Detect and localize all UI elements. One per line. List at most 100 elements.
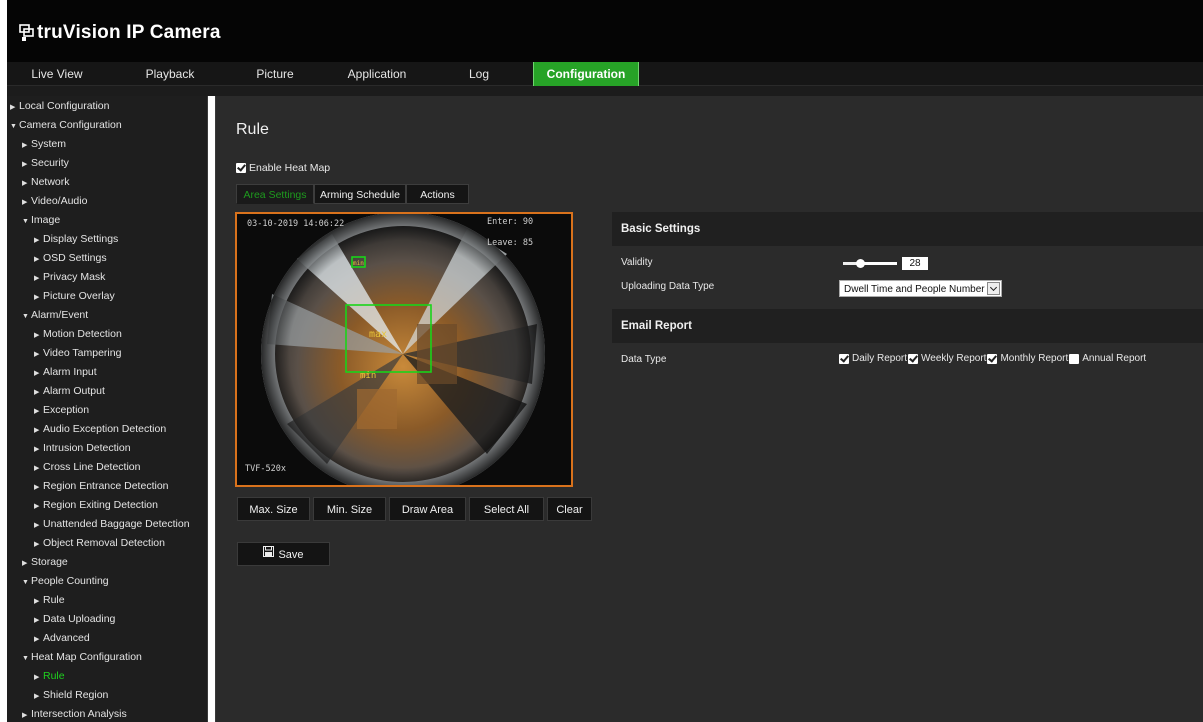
max-box-label: max bbox=[369, 329, 387, 340]
slider-fill bbox=[843, 262, 857, 265]
sidebar-item-video-tampering[interactable]: ▶ Video Tampering bbox=[34, 344, 121, 363]
camera-model-label: TVF-520x bbox=[245, 464, 286, 474]
checkbox-checked-icon[interactable] bbox=[908, 353, 919, 364]
tab-arming-schedule[interactable]: Arming Schedule bbox=[314, 184, 406, 204]
min-size-button[interactable]: Min. Size bbox=[313, 497, 386, 521]
fisheye-image: max min min bbox=[237, 214, 571, 485]
sidebar-item-system[interactable]: ▶ System bbox=[22, 135, 66, 154]
sidebar-item-display-settings[interactable]: ▶ Display Settings bbox=[34, 230, 118, 249]
weekly-report-checkbox[interactable]: Weekly Report bbox=[908, 353, 986, 364]
sidebar-item-local-configuration[interactable]: ▶ Local Configuration bbox=[10, 97, 109, 116]
enter-count: Enter: 90 bbox=[487, 217, 534, 227]
video-preview[interactable]: max min min 03-10-2019 14:06:22 Enter: 9… bbox=[235, 212, 573, 487]
caret-right-icon: ▶ bbox=[22, 142, 28, 149]
caret-right-icon: ▶ bbox=[34, 674, 40, 681]
basic-settings-header: Basic Settings bbox=[612, 212, 1203, 246]
caret-down-icon: ▼ bbox=[22, 655, 29, 662]
sidebar-item-people-counting[interactable]: ▼ People Counting bbox=[22, 572, 109, 591]
nav-tab-application[interactable]: Application bbox=[337, 62, 417, 86]
daily-report-checkbox[interactable]: Daily Report bbox=[839, 353, 907, 364]
sidebar-item-cross-line-detection[interactable]: ▶ Cross Line Detection bbox=[34, 458, 140, 477]
validity-slider[interactable] bbox=[843, 259, 897, 268]
caret-right-icon: ▶ bbox=[34, 693, 40, 700]
rule-tabs: Area Settings Arming Schedule Actions bbox=[236, 184, 469, 204]
caret-right-icon: ▶ bbox=[34, 541, 40, 548]
sidebar-item-object-removal-detection[interactable]: ▶ Object Removal Detection bbox=[34, 534, 165, 553]
sidebar-item-alarm-event[interactable]: ▼ Alarm/Event bbox=[22, 306, 88, 325]
sidebar-item-shield-region[interactable]: ▶ Shield Region bbox=[34, 686, 108, 705]
page-title: Rule bbox=[236, 121, 269, 138]
sidebar-item-unattended-baggage-detection[interactable]: ▶ Unattended Baggage Detection bbox=[34, 515, 190, 534]
sidebar-item-heat-map-rule[interactable]: ▶ Rule bbox=[34, 667, 65, 686]
sidebar-item-exception[interactable]: ▶ Exception bbox=[34, 401, 89, 420]
uploading-data-type-select[interactable]: Dwell Time and People Number bbox=[839, 280, 1002, 297]
nav-tab-picture[interactable]: Picture bbox=[240, 62, 310, 86]
sidebar-item-audio-exception-detection[interactable]: ▶ Audio Exception Detection bbox=[34, 420, 166, 439]
sidebar-item-motion-detection[interactable]: ▶ Motion Detection bbox=[34, 325, 122, 344]
main-panel: Rule Enable Heat Map Area Settings Armin… bbox=[215, 96, 1203, 722]
nav-tab-configuration[interactable]: Configuration bbox=[533, 62, 639, 86]
caret-right-icon: ▶ bbox=[34, 389, 40, 396]
sidebar-item-network[interactable]: ▶ Network bbox=[22, 173, 70, 192]
sidebar-item-region-exiting-detection[interactable]: ▶ Region Exiting Detection bbox=[34, 496, 158, 515]
caret-right-icon: ▶ bbox=[34, 598, 40, 605]
sidebar-item-video-audio[interactable]: ▶ Video/Audio bbox=[22, 192, 87, 211]
chevron-down-icon[interactable] bbox=[987, 282, 1000, 295]
caret-right-icon: ▶ bbox=[34, 484, 40, 491]
caret-right-icon: ▶ bbox=[34, 332, 40, 339]
validity-value[interactable]: 28 bbox=[902, 257, 928, 270]
caret-down-icon: ▼ bbox=[22, 579, 29, 586]
truvision-logo-icon bbox=[19, 24, 35, 42]
caret-right-icon: ▶ bbox=[22, 560, 28, 567]
video-timestamp: 03-10-2019 14:06:22 bbox=[247, 219, 345, 229]
monthly-report-checkbox[interactable]: Monthly Report bbox=[987, 353, 1068, 364]
enable-heat-map-checkbox[interactable]: Enable Heat Map bbox=[236, 162, 330, 174]
uploading-data-type-value: Dwell Time and People Number bbox=[844, 284, 985, 295]
slider-handle[interactable] bbox=[856, 259, 865, 268]
min-box-label: min bbox=[360, 371, 376, 381]
header-bar: truVision IP Camera bbox=[7, 0, 1203, 62]
sidebar-item-heat-map-configuration[interactable]: ▼ Heat Map Configuration bbox=[22, 648, 142, 667]
sidebar-item-picture-overlay[interactable]: ▶ Picture Overlay bbox=[34, 287, 115, 306]
sidebar-item-advanced[interactable]: ▶ Advanced bbox=[34, 629, 90, 648]
sidebar-item-security[interactable]: ▶ Security bbox=[22, 154, 69, 173]
caret-right-icon: ▶ bbox=[10, 104, 16, 111]
sidebar-item-alarm-output[interactable]: ▶ Alarm Output bbox=[34, 382, 105, 401]
sidebar-item-osd-settings[interactable]: ▶ OSD Settings bbox=[34, 249, 107, 268]
caret-right-icon: ▶ bbox=[34, 522, 40, 529]
caret-right-icon: ▶ bbox=[34, 636, 40, 643]
sidebar-item-intersection-analysis[interactable]: ▶ Intersection Analysis bbox=[22, 705, 127, 722]
nav-tab-playback[interactable]: Playback bbox=[135, 62, 205, 86]
leave-count: Leave: 85 bbox=[487, 238, 534, 248]
checkbox-unchecked-icon[interactable] bbox=[1069, 353, 1080, 364]
clear-button[interactable]: Clear bbox=[547, 497, 592, 521]
caret-right-icon: ▶ bbox=[34, 275, 40, 282]
sidebar-item-intrusion-detection[interactable]: ▶ Intrusion Detection bbox=[34, 439, 131, 458]
tab-area-settings[interactable]: Area Settings bbox=[236, 184, 314, 204]
save-button[interactable]: Save bbox=[237, 542, 330, 566]
sidebar-item-alarm-input[interactable]: ▶ Alarm Input bbox=[34, 363, 97, 382]
sidebar-item-camera-configuration[interactable]: ▼ Camera Configuration bbox=[10, 116, 122, 135]
draw-area-button[interactable]: Draw Area bbox=[389, 497, 466, 521]
sidebar-item-image[interactable]: ▼ Image bbox=[22, 211, 60, 230]
sidebar-item-privacy-mask[interactable]: ▶ Privacy Mask bbox=[34, 268, 105, 287]
uploading-data-type-label: Uploading Data Type bbox=[621, 281, 715, 292]
sidebar-item-storage[interactable]: ▶ Storage bbox=[22, 553, 68, 572]
sidebar-item-people-counting-rule[interactable]: ▶ Rule bbox=[34, 591, 65, 610]
app-window: truVision IP Camera Live View Playback P… bbox=[0, 0, 1203, 722]
sidebar-item-data-uploading[interactable]: ▶ Data Uploading bbox=[34, 610, 115, 629]
annual-report-checkbox[interactable]: Annual Report bbox=[1069, 353, 1146, 364]
caret-right-icon: ▶ bbox=[22, 161, 28, 168]
checkbox-checked-icon[interactable] bbox=[987, 353, 998, 364]
checkbox-checked-icon[interactable] bbox=[236, 163, 246, 173]
caret-down-icon: ▼ bbox=[22, 218, 29, 225]
main-nav: Live View Playback Picture Application L… bbox=[7, 62, 1203, 86]
checkbox-checked-icon[interactable] bbox=[839, 353, 849, 364]
sidebar-item-region-entrance-detection[interactable]: ▶ Region Entrance Detection bbox=[34, 477, 169, 496]
select-all-button[interactable]: Select All bbox=[469, 497, 544, 521]
nav-tab-live-view[interactable]: Live View bbox=[17, 62, 97, 86]
enable-heat-map-label: Enable Heat Map bbox=[249, 162, 331, 174]
max-size-button[interactable]: Max. Size bbox=[237, 497, 310, 521]
nav-tab-log[interactable]: Log bbox=[449, 62, 509, 86]
tab-actions[interactable]: Actions bbox=[406, 184, 469, 204]
